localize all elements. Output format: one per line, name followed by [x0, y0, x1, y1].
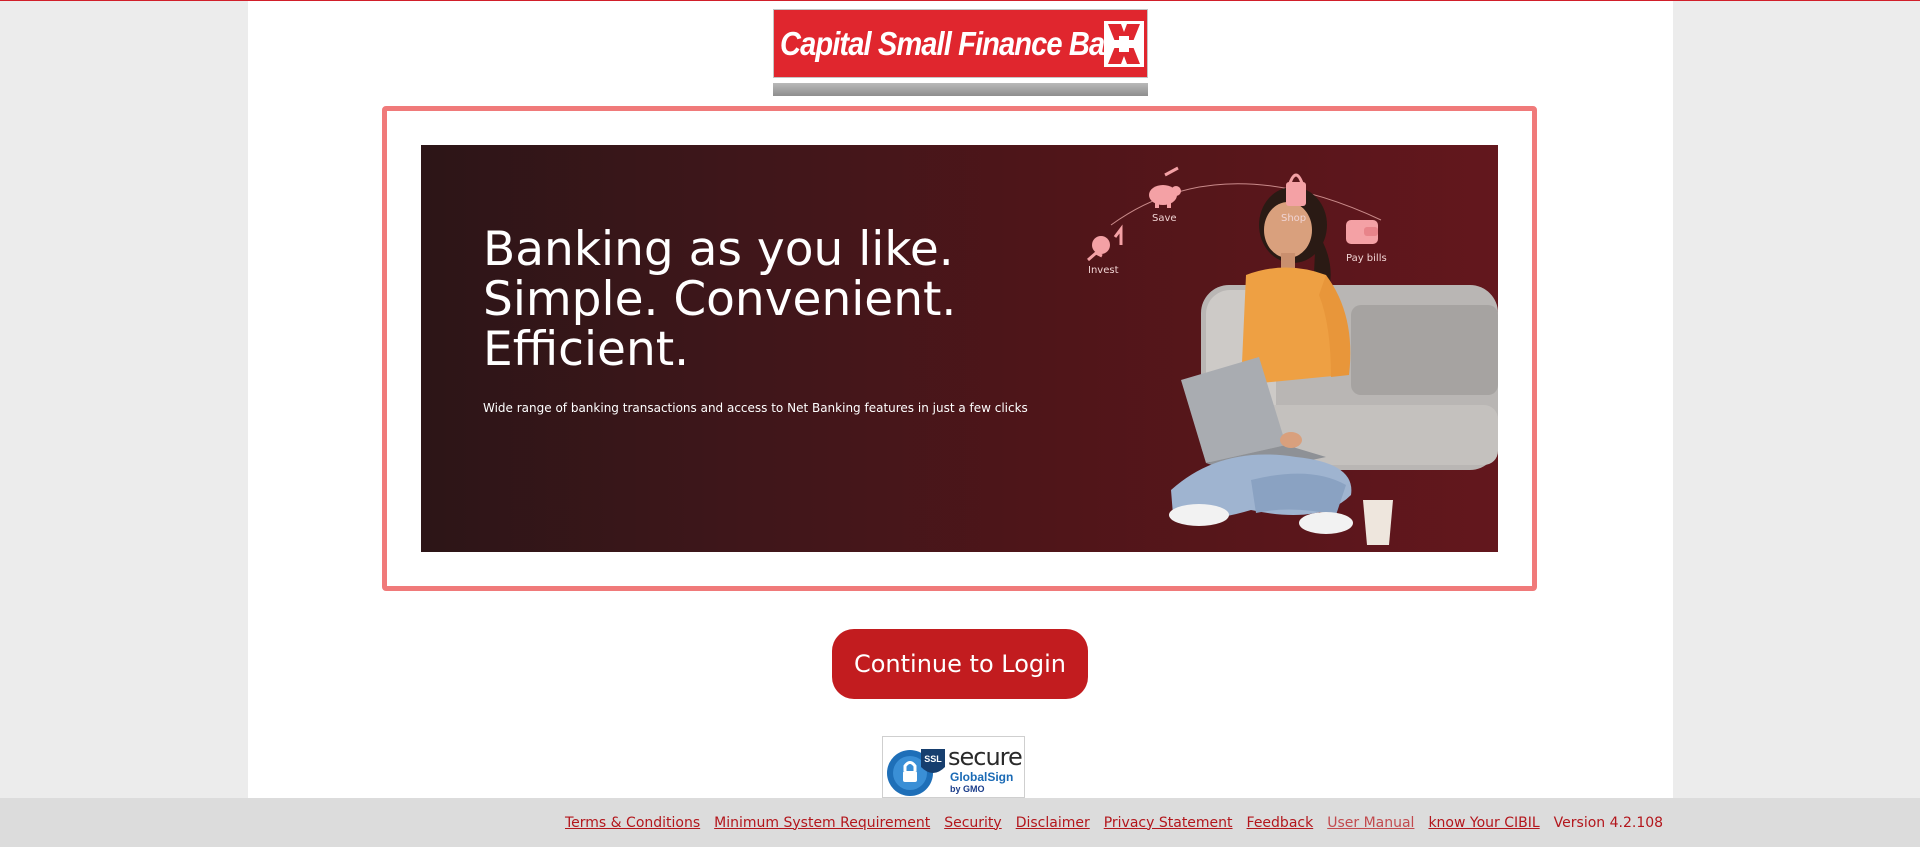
banner-headline-line-3: Efficient.	[483, 322, 690, 377]
footer-link-terms[interactable]: Terms & Conditions	[565, 815, 700, 831]
banner-subtext: Wide range of banking transactions and a…	[483, 401, 1028, 415]
logo-text: Capital Small Finance Bank	[780, 25, 1137, 62]
shop-icon	[1286, 173, 1306, 206]
ssl-secure-badge[interactable]: SSL secure GlobalSign by GMO	[882, 736, 1025, 798]
save-label: Save	[1152, 213, 1177, 224]
shop-label: Shop	[1281, 213, 1307, 224]
save-icon	[1149, 166, 1181, 208]
footer-link-cibil[interactable]: know Your CIBIL	[1428, 815, 1539, 831]
banner-headline: Banking as you like. Simple. Convenient.…	[483, 225, 1043, 375]
footer-link-feedback[interactable]: Feedback	[1247, 815, 1314, 831]
footer-link-disclaimer[interactable]: Disclaimer	[1016, 815, 1090, 831]
footer: Terms & Conditions Minimum System Requir…	[0, 798, 1920, 847]
ssl-secure-text: secure	[948, 743, 1023, 771]
promo-banner: Banking as you like. Simple. Convenient.…	[421, 145, 1498, 552]
ssl-lock-icon: SSL	[887, 749, 945, 796]
footer-link-system-requirement[interactable]: Minimum System Requirement	[714, 815, 930, 831]
footer-links: Terms & Conditions Minimum System Requir…	[565, 798, 1663, 847]
footer-link-user-manual[interactable]: User Manual	[1327, 815, 1414, 831]
invest-icon	[1087, 224, 1123, 262]
bank-logo[interactable]: Capital Small Finance Bank	[773, 9, 1148, 96]
ssl-provider-text: GlobalSign	[950, 770, 1014, 784]
banner-headline-line-2: Simple. Convenient.	[483, 272, 957, 327]
footer-link-security[interactable]: Security	[944, 815, 1002, 831]
logo-mark-icon	[1104, 21, 1144, 67]
version-text: Version 4.2.108	[1553, 814, 1664, 831]
woman-with-laptop-illustration	[1087, 166, 1498, 545]
pay-bills-icon	[1346, 220, 1378, 244]
logo-underbar	[773, 83, 1148, 96]
logo-background: Capital Small Finance Bank	[773, 9, 1148, 78]
footer-link-privacy[interactable]: Privacy Statement	[1104, 815, 1233, 831]
ssl-text: SSL	[924, 754, 942, 764]
pay-bills-label: Pay bills	[1346, 253, 1387, 264]
banner-illustration: Invest Save Shop Pay bills	[1081, 145, 1498, 552]
continue-to-login-button[interactable]: Continue to Login	[832, 629, 1088, 699]
banner-headline-line-1: Banking as you like.	[483, 222, 954, 277]
ssl-by-text: by GMO	[950, 784, 985, 794]
invest-label: Invest	[1088, 265, 1119, 276]
